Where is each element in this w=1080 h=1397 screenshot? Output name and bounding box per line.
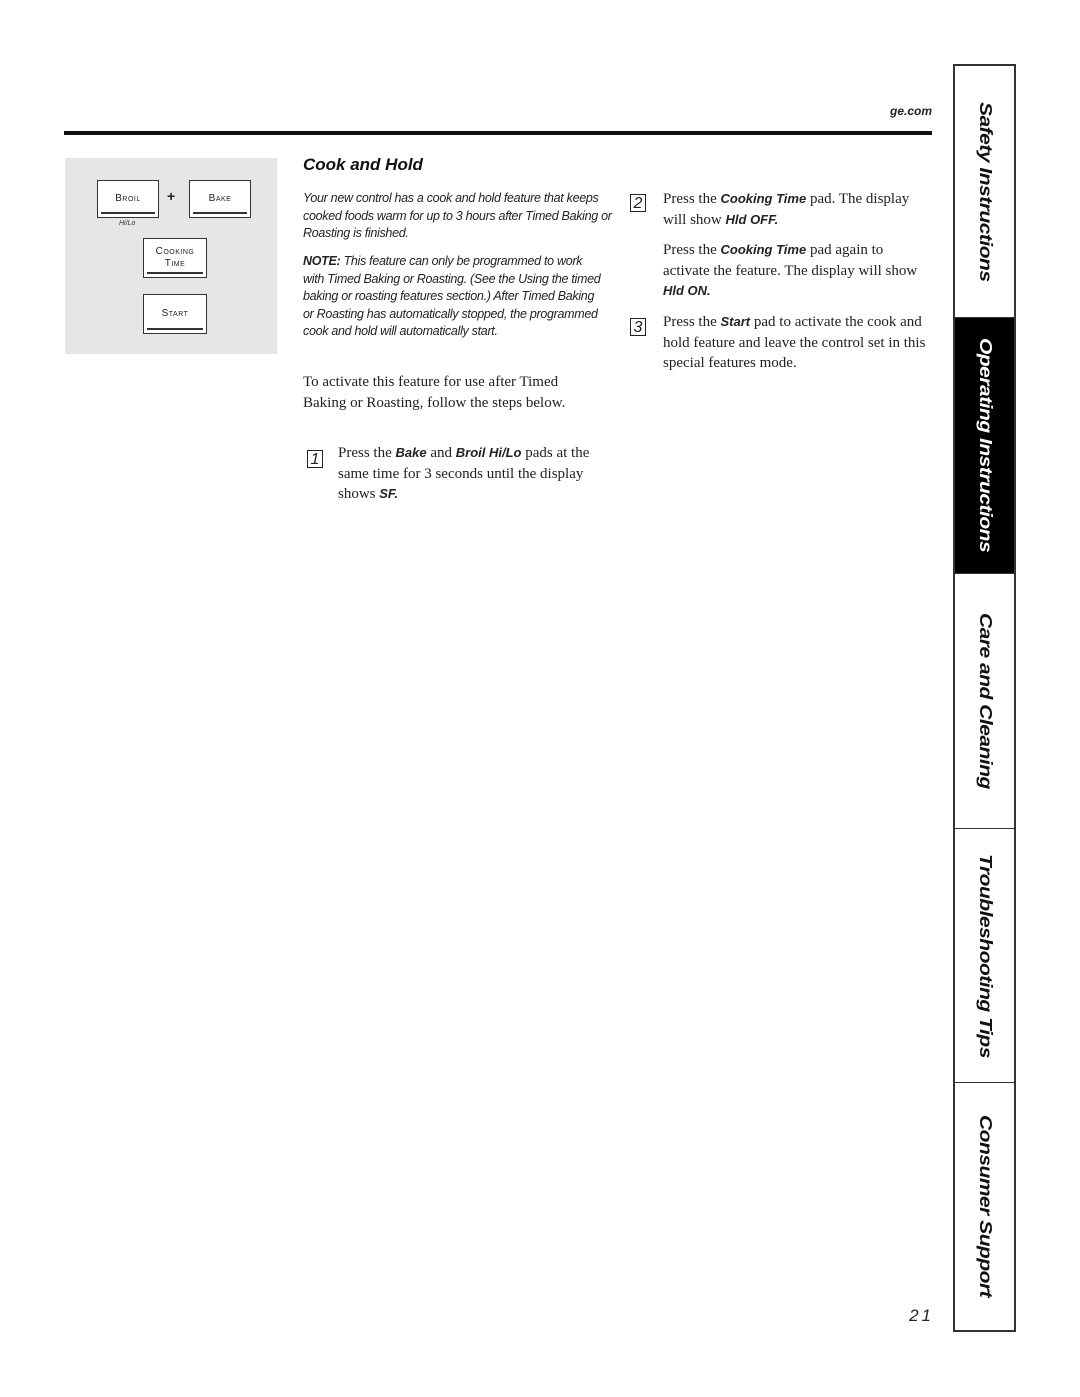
step-keyword: Cooking Time: [720, 191, 807, 206]
tab-consumer-support[interactable]: Consumer Support: [955, 1083, 1014, 1330]
tab-label: Care and Cleaning: [975, 613, 995, 789]
cooking-time-pad: Cooking Time: [143, 238, 207, 278]
tab-care-and-cleaning[interactable]: Care and Cleaning: [955, 574, 1014, 829]
step-1-text: Press the Bake and Broil Hi/Lo pads at t…: [338, 443, 608, 505]
start-pad-label: Start: [161, 308, 189, 319]
step-text: Press the: [663, 242, 721, 258]
tab-label: Operating Instructions: [975, 338, 995, 553]
step-keyword: Start: [720, 314, 751, 329]
start-pad: Start: [143, 294, 207, 334]
note-paragraph: NOTE: This feature can only be programme…: [303, 253, 603, 341]
tab-safety-instructions[interactable]: Safety Instructions: [955, 66, 1014, 318]
step-3-text: Press the Start pad to activate the cook…: [663, 312, 928, 374]
step-number-3: 3: [630, 318, 646, 336]
step-2-text: Press the Cooking Time pad. The display …: [663, 189, 928, 230]
step-2-extra-text: Press the Cooking Time pad again to acti…: [663, 240, 928, 302]
cooking-time-label-2: Time: [164, 258, 186, 269]
bake-pad: Bake: [189, 180, 251, 218]
step-number-1: 1: [307, 450, 323, 468]
cooking-time-label-1: Cooking: [155, 246, 195, 257]
note-text: This feature can only be programmed to w…: [303, 254, 601, 339]
step-keyword: SF.: [379, 486, 399, 501]
page-number: 21: [909, 1306, 934, 1325]
step-text: Press the: [663, 191, 721, 207]
broil-pad-label: Broil: [115, 193, 141, 204]
step-keyword: Bake: [395, 445, 427, 460]
tab-label: Safety Instructions: [975, 101, 995, 282]
step-keyword: Hld ON.: [663, 283, 711, 298]
bake-pad-label: Bake: [208, 193, 232, 204]
step-text: Press the: [338, 445, 396, 461]
step-number-2: 2: [630, 194, 646, 212]
header-rule: [64, 131, 932, 135]
intro-paragraph: Your new control has a cook and hold fea…: [303, 191, 612, 241]
plus-sign: +: [167, 188, 176, 204]
control-panel-illustration: Broil + Bake Hi/Lo Cooking Time Start: [65, 158, 277, 354]
tab-label: Troubleshooting Tips: [975, 853, 995, 1058]
hilo-label: Hi/Lo: [119, 220, 136, 227]
section-title: Cook and Hold: [303, 155, 423, 174]
tab-label: Consumer Support: [975, 1115, 995, 1298]
step-keyword: Broil Hi/Lo: [455, 445, 522, 460]
step-keyword: Cooking Time: [720, 242, 807, 257]
step-text: Press the: [663, 314, 721, 330]
note-label: NOTE:: [303, 254, 341, 268]
tab-troubleshooting-tips[interactable]: Troubleshooting Tips: [955, 829, 1014, 1083]
step-keyword: Hld OFF.: [725, 211, 779, 227]
activate-paragraph: To activate this feature for use after T…: [303, 374, 566, 411]
site-url: ge.com: [889, 104, 932, 118]
tab-operating-instructions[interactable]: Operating Instructions: [955, 318, 1014, 574]
broil-pad: Broil: [97, 180, 159, 218]
section-tabs: Safety Instructions Operating Instructio…: [953, 64, 1016, 1332]
step-text: and: [426, 445, 456, 461]
